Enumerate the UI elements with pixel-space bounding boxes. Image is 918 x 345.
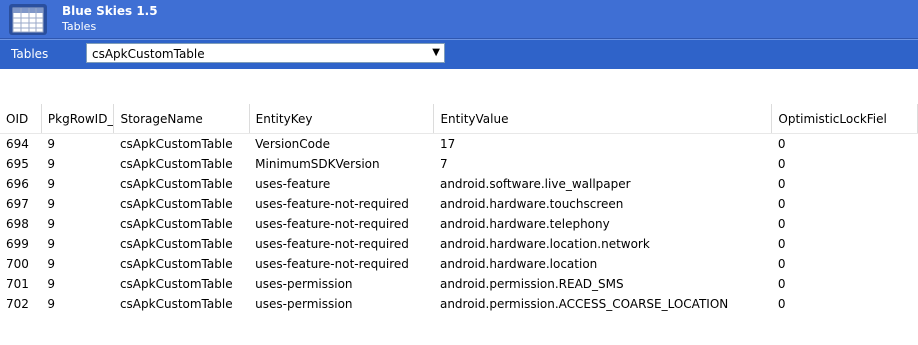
table-cell[interactable]: 694 — [0, 134, 41, 155]
table-cell[interactable]: csApkCustomTable — [114, 174, 249, 194]
data-table: OID PkgRowID_ StorageName EntityKey EntityVa… — [0, 104, 918, 314]
table-cell[interactable]: android.permission.ACCESS_COARSE_LOCATIO… — [434, 294, 772, 314]
table-cell[interactable]: 702 — [0, 294, 41, 314]
table-row[interactable]: 699 9 csApkCustomTable uses-feature-not-req… — [0, 234, 918, 254]
table-cell[interactable]: csApkCustomTable — [114, 254, 249, 274]
table-cell[interactable]: csApkCustomTable — [114, 194, 249, 214]
table-cell[interactable]: 9 — [41, 214, 114, 234]
toolbar: Tables csApkCustomTable ▼ — [0, 39, 918, 69]
table-cell[interactable]: csApkCustomTable — [114, 214, 249, 234]
table-row[interactable]: 701 9 csApkCustomTable uses-permission andro… — [0, 274, 918, 294]
chevron-down-icon[interactable]: ▼ — [432, 47, 440, 58]
table-cell[interactable]: VersionCode — [249, 134, 434, 155]
table-cell[interactable]: MinimumSDKVersion — [249, 154, 434, 174]
table-cell[interactable]: uses-permission — [249, 294, 434, 314]
title-bar: Blue Skies 1.5 Tables — [0, 0, 918, 39]
table-cell[interactable]: 9 — [41, 154, 114, 174]
column-header[interactable]: OID — [0, 104, 42, 134]
app-subtitle: Tables — [62, 20, 97, 33]
table-cell[interactable]: android.hardware.location.network — [434, 234, 772, 254]
column-header[interactable]: PkgRowID_ — [41, 104, 115, 134]
table-grid-icon — [9, 4, 47, 35]
table-row[interactable]: 696 9 csApkCustomTable uses-feature android.… — [0, 174, 918, 194]
table-cell[interactable]: 7 — [434, 154, 772, 174]
table-cell[interactable]: 695 — [0, 154, 41, 174]
table-row[interactable]: 700 9 csApkCustomTable uses-feature-not-req… — [0, 254, 918, 274]
table-cell[interactable]: 696 — [0, 174, 41, 194]
tables-label: Tables — [11, 47, 49, 61]
table-cell[interactable]: 697 — [0, 194, 41, 214]
table-cell[interactable]: 9 — [41, 294, 114, 314]
table-cell[interactable]: uses-permission — [249, 274, 434, 294]
table-cell[interactable]: android.hardware.location — [434, 254, 772, 274]
table-cell[interactable]: 17 — [434, 134, 772, 155]
table-cell[interactable]: uses-feature-not-required — [249, 214, 434, 234]
table-cell[interactable]: android.hardware.touchscreen — [434, 194, 772, 214]
table-cell[interactable]: csApkCustomTable — [114, 294, 249, 314]
table-cell[interactable]: android.software.live_wallpaper — [434, 174, 772, 194]
table-cell[interactable]: 0 — [772, 274, 918, 294]
table-select[interactable]: csApkCustomTable ▼ — [86, 43, 445, 63]
table-cell[interactable]: uses-feature-not-required — [249, 254, 434, 274]
table-cell[interactable]: csApkCustomTable — [114, 274, 249, 294]
column-header[interactable]: EntityKey — [249, 104, 435, 134]
header-row: OID PkgRowID_ StorageName EntityKey EntityVa… — [0, 104, 918, 134]
table-cell[interactable]: 700 — [0, 254, 41, 274]
table-cell[interactable]: 0 — [772, 134, 918, 155]
table-cell[interactable]: 9 — [41, 174, 114, 194]
table-cell[interactable]: 0 — [772, 254, 918, 274]
table-cell[interactable]: 0 — [772, 194, 918, 214]
table-cell[interactable]: 9 — [41, 274, 114, 294]
table-cell[interactable]: android.hardware.telephony — [434, 214, 772, 234]
table-cell[interactable]: 0 — [772, 214, 918, 234]
table-cell[interactable]: android.permission.READ_SMS — [434, 274, 772, 294]
table-cell[interactable]: uses-feature-not-required — [249, 194, 434, 214]
table-cell[interactable]: 698 — [0, 214, 41, 234]
table-row[interactable]: 702 9 csApkCustomTable uses-permission andro… — [0, 294, 918, 314]
table-cell[interactable]: 9 — [41, 194, 114, 214]
table-cell[interactable]: 9 — [41, 234, 114, 254]
column-header[interactable]: EntityValue — [433, 104, 773, 134]
table-row[interactable]: 698 9 csApkCustomTable uses-feature-not-req… — [0, 214, 918, 234]
table-cell[interactable]: 701 — [0, 274, 41, 294]
table-select-value: csApkCustomTable — [92, 47, 205, 61]
table-row[interactable]: 697 9 csApkCustomTable uses-feature-not-req… — [0, 194, 918, 214]
app-title: Blue Skies 1.5 — [62, 4, 158, 18]
table-cell[interactable]: 9 — [41, 134, 114, 155]
table-cell[interactable]: 699 — [0, 234, 41, 254]
table-cell[interactable]: 0 — [772, 174, 918, 194]
table-row[interactable]: 694 9 csApkCustomTable VersionCode 17 0 — [0, 134, 918, 155]
table-cell[interactable]: uses-feature — [249, 174, 434, 194]
table-cell[interactable]: 0 — [772, 294, 918, 314]
data-grid: OID PkgRowID_ StorageName EntityKey EntityVa… — [0, 104, 918, 345]
table-cell[interactable]: 0 — [772, 234, 918, 254]
table-cell[interactable]: 0 — [772, 154, 918, 174]
table-row[interactable]: 695 9 csApkCustomTable MinimumSDKVersion 7 0 — [0, 154, 918, 174]
table-cell[interactable]: csApkCustomTable — [114, 234, 249, 254]
table-cell[interactable]: csApkCustomTable — [114, 134, 249, 155]
column-header[interactable]: OptimisticLockFiel — [771, 104, 918, 134]
table-cell[interactable]: uses-feature-not-required — [249, 234, 434, 254]
column-header[interactable]: StorageName — [113, 104, 250, 134]
table-cell[interactable]: 9 — [41, 254, 114, 274]
table-cell[interactable]: csApkCustomTable — [114, 154, 249, 174]
